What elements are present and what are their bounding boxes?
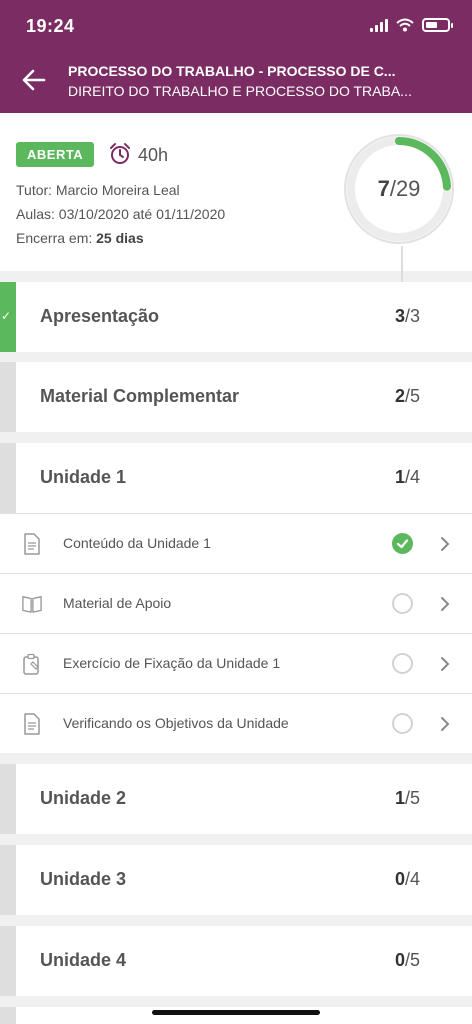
ends-in: Encerra em: 25 dias	[16, 230, 144, 246]
lessons-dates: Aulas: 03/10/2020 até 01/11/2020	[16, 206, 226, 222]
list-item[interactable]: Exercício de Fixação da Unidade 1	[0, 633, 472, 693]
document-icon	[24, 713, 40, 735]
progress-done: 7	[377, 176, 390, 201]
progress-total: /29	[389, 176, 421, 201]
chevron-right-icon	[441, 537, 450, 551]
module-count: 3/3	[394, 306, 420, 326]
module-count: 2/5	[394, 386, 420, 406]
chevron-right-icon	[441, 597, 450, 611]
module-status-bar	[0, 845, 16, 915]
page-title: PROCESSO DO TRABALHO - PROCESSO DE C...	[68, 63, 396, 79]
wifi-icon	[396, 18, 414, 32]
chevron-right-icon	[441, 717, 450, 731]
check-icon: ✓	[1, 309, 12, 323]
list-item[interactable]: Verificando os Objetivos da Unidade	[0, 693, 472, 753]
app-header: 19:24 PROCESSO DO TRABALHO - PROCESSO DE…	[0, 0, 472, 113]
signal-icon	[370, 18, 388, 32]
module-status-bar	[0, 443, 16, 513]
module-status-bar	[0, 1007, 16, 1024]
module-label: Unidade 2	[40, 788, 127, 808]
incomplete-circle-icon	[392, 713, 413, 734]
tutor-text: Tutor: Marcio Moreira Leal	[16, 182, 180, 198]
progress-text: 7/29	[343, 133, 455, 245]
list-item[interactable]: Material de Apoio	[0, 573, 472, 633]
module-label: Material Complementar	[40, 386, 240, 406]
incomplete-circle-icon	[392, 653, 413, 674]
module-label: Unidade 1	[40, 467, 127, 487]
module-apresentacao[interactable]: ✓ Apresentação 3/3	[0, 282, 472, 352]
status-badge: ABERTA	[16, 142, 95, 167]
item-label: Verificando os Objetivos da Unidade	[63, 715, 289, 731]
module-material-complementar[interactable]: Material Complementar 2/5	[0, 362, 472, 432]
course-hours: 40h	[138, 145, 169, 165]
book-icon	[22, 596, 42, 613]
home-indicator[interactable]	[152, 1010, 320, 1015]
alarm-clock-icon	[110, 143, 130, 164]
ends-label: Encerra em:	[16, 230, 97, 246]
module-count: 0/5	[394, 950, 420, 970]
module-unidade-3[interactable]: Unidade 3 0/4	[0, 845, 472, 915]
module-label: Unidade 3	[40, 869, 127, 889]
header-titles: PROCESSO DO TRABALHO - PROCESSO DE C... …	[68, 63, 448, 99]
module-unidade-2[interactable]: Unidade 2 1/5	[0, 764, 472, 834]
battery-icon	[422, 18, 453, 32]
module-unidade-4[interactable]: Unidade 4 0/5	[0, 926, 472, 996]
incomplete-circle-icon	[392, 593, 413, 614]
item-label: Exercício de Fixação da Unidade 1	[63, 655, 281, 671]
module-status-bar	[0, 764, 16, 834]
module-count: 1/5	[394, 788, 420, 808]
progress-connector	[401, 246, 403, 282]
item-label: Material de Apoio	[63, 595, 172, 611]
item-label: Conteúdo da Unidade 1	[63, 535, 211, 551]
chevron-right-icon	[441, 657, 450, 671]
clipboard-icon	[23, 653, 39, 675]
completed-check-icon	[392, 533, 413, 554]
page-subtitle: DIREITO DO TRABALHO E PROCESSO DO TRABA.…	[68, 83, 412, 99]
back-arrow-icon[interactable]	[20, 66, 48, 94]
module-count: 1/4	[394, 467, 420, 487]
list-item[interactable]: Conteúdo da Unidade 1	[0, 513, 472, 573]
document-icon	[24, 533, 40, 555]
module-label: Unidade 4	[40, 950, 127, 970]
ends-value: 25 dias	[96, 230, 144, 246]
status-time: 19:24	[26, 16, 75, 36]
module-status-bar	[0, 926, 16, 996]
module-count: 0/4	[394, 869, 420, 889]
module-label: Apresentação	[40, 306, 160, 326]
module-unidade-1[interactable]: Unidade 1 1/4	[0, 443, 472, 513]
status-icons	[370, 18, 453, 32]
module-status-bar	[0, 362, 16, 432]
